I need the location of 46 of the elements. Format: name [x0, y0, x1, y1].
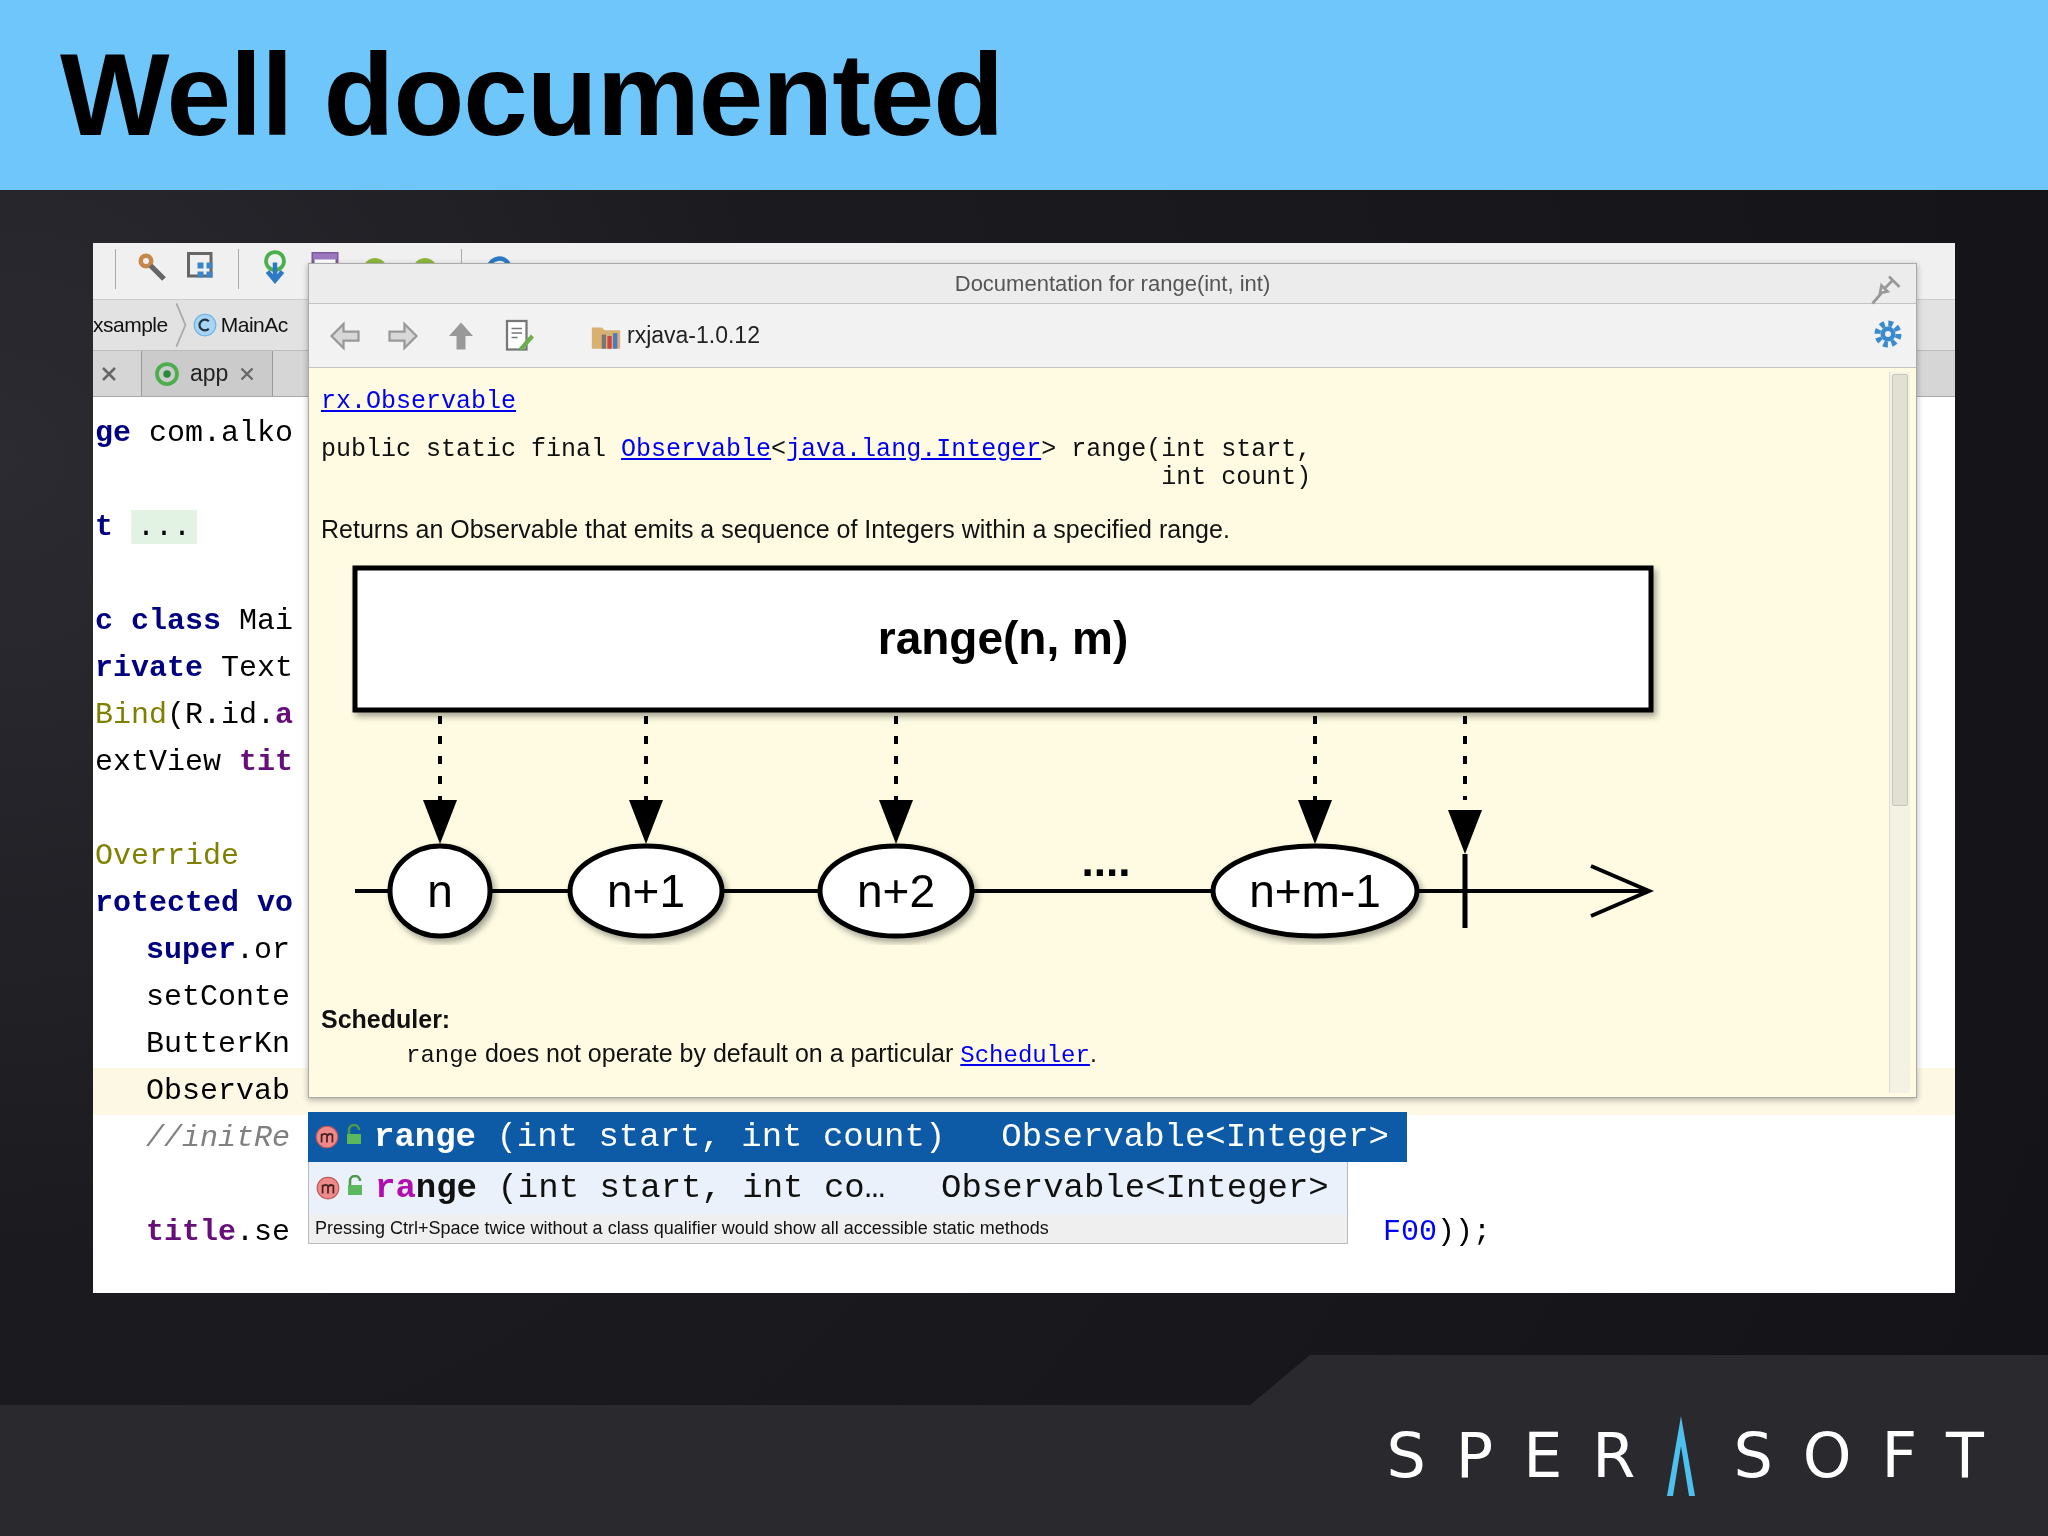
code-line: super.or: [146, 933, 291, 967]
code-line: extView tit: [95, 745, 294, 779]
completion-hint: Pressing Ctrl+Space twice without a class qualifier would show all accessible static methods: [309, 1214, 1347, 1243]
lock-icon: [345, 1175, 365, 1197]
scheduler-link[interactable]: Scheduler: [960, 1042, 1090, 1069]
method-icon: [314, 1124, 340, 1150]
code-fragment: F00));: [1383, 1214, 1492, 1251]
popup-title: Documentation for range(int, int): [954, 270, 1271, 297]
marble: n+1: [567, 843, 725, 939]
slide-title: Well documented: [60, 29, 1004, 162]
operator-label: range(n, m): [877, 612, 1129, 664]
completion-item[interactable]: range (int start, int count) Observable<Integer>: [308, 1112, 1407, 1162]
class-icon: [191, 312, 218, 338]
lock-icon: [344, 1124, 364, 1146]
code-line: Override: [95, 839, 240, 873]
method-icon: [315, 1175, 341, 1201]
marble: n: [387, 843, 493, 939]
editor-tab[interactable]: app: [141, 351, 274, 396]
code-line: ge com.alko: [95, 416, 294, 450]
code-line: Bind(R.id.a: [95, 698, 294, 732]
logo-text: SOFT: [1733, 1419, 2014, 1492]
breadcrumb-item[interactable]: MainAc: [220, 313, 288, 337]
logo-text: SPER: [1386, 1419, 1666, 1492]
code-line: title.se: [146, 1215, 291, 1249]
code-line: rivate Text: [95, 651, 294, 685]
class-link[interactable]: rx.Observable: [321, 387, 517, 416]
marble: n+2: [817, 843, 975, 939]
section-heading: Scheduler:: [321, 1004, 452, 1034]
ellipsis-dots: ....: [1081, 836, 1131, 885]
code-line: ButterKn: [146, 1027, 291, 1061]
code-line: c class Mai: [95, 604, 294, 638]
method-description: Returns an Observable that emits a sequence of Integers within a specified range.: [321, 514, 1231, 544]
code-line: //initRe: [146, 1121, 291, 1155]
completion-item[interactable]: range (int start, int co… Observable<Integer>: [309, 1162, 1347, 1214]
code-line: Observab: [146, 1074, 291, 1108]
scrollbar[interactable]: [1889, 372, 1910, 1093]
breadcrumb-item[interactable]: xsample: [93, 313, 168, 337]
code-line: rotected vo: [95, 886, 294, 920]
code-line: setConte: [146, 980, 291, 1014]
type-link[interactable]: Observable: [621, 435, 772, 464]
scheduler-note: range does not operate by default on a particular Scheduler.: [405, 1038, 1098, 1071]
code-line: t ...: [95, 510, 198, 544]
method-signature: public static final Observable<java.lang.Integer> range(int start, int count): [321, 436, 1313, 492]
library-name: rxjava-1.0.12: [627, 322, 760, 349]
marble: n+m-1: [1210, 843, 1420, 939]
type-link[interactable]: java.lang.Integer: [786, 435, 1042, 464]
